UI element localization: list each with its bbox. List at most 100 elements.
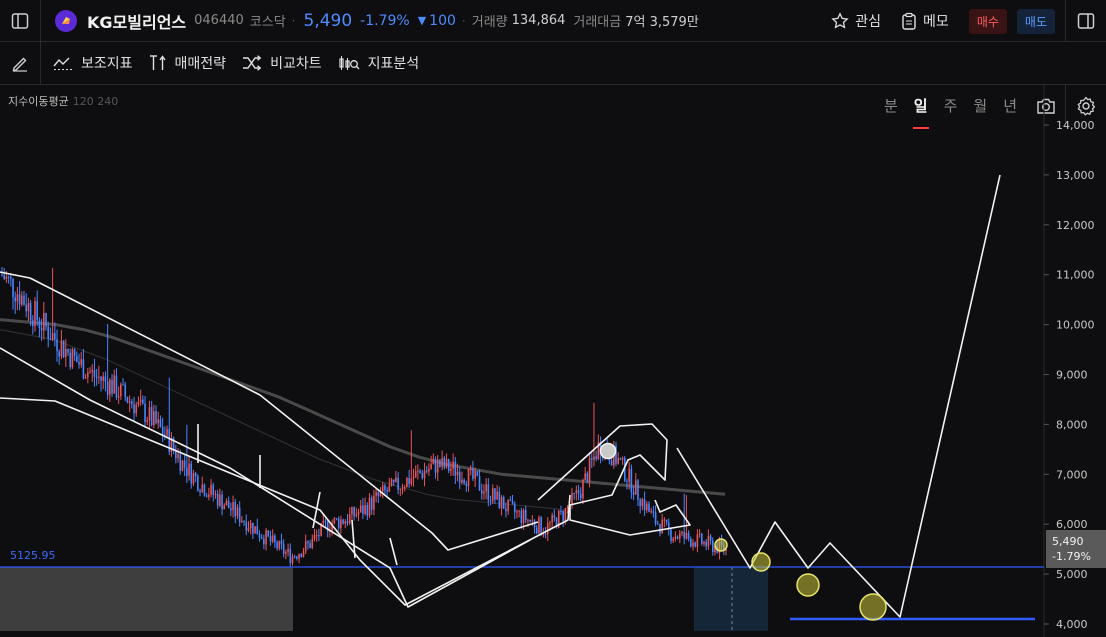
top-bar: KG모빌리언스 046440 코스닥 · 5,490 -1.79% ▼ 100 …	[0, 0, 1106, 42]
chart-area[interactable]: 5125.95 14,000 13,000 12,000 11,000 10,0…	[0, 85, 1106, 637]
candle-body	[683, 531, 685, 539]
candle-body	[527, 519, 529, 521]
candle-body	[291, 556, 294, 564]
candle-body	[639, 499, 641, 507]
sidebar-toggle-icon[interactable]	[0, 0, 40, 42]
candle-body	[289, 548, 292, 564]
candle-body	[678, 533, 681, 539]
candle-body	[692, 542, 694, 547]
watch-button[interactable]: 관심	[831, 11, 881, 31]
market-label: 코스닥	[249, 15, 286, 30]
candle-body	[579, 493, 582, 499]
candle-analysis-icon	[338, 56, 360, 70]
candle-body	[366, 504, 369, 516]
current-price: 5,490	[303, 10, 353, 31]
candle-body	[298, 554, 300, 559]
candle-body	[346, 521, 349, 524]
candle-body	[577, 490, 580, 494]
candle-body	[219, 494, 221, 506]
candle-body	[100, 376, 102, 381]
wedge-shape[interactable]	[537, 423, 691, 536]
candle-body	[417, 470, 419, 472]
candle-body	[249, 522, 252, 529]
current-price-tag-change: -1.79%	[1052, 550, 1091, 563]
candle-body	[232, 501, 234, 511]
candle-body	[197, 476, 199, 491]
candle-body	[390, 479, 393, 486]
candle-body	[703, 541, 705, 544]
candle-body	[617, 458, 619, 464]
tool-strategy[interactable]: 매매전략	[149, 53, 226, 73]
yellow-circle[interactable]	[859, 593, 887, 621]
candle-body	[60, 340, 63, 357]
candle-body	[505, 508, 507, 512]
down-arrow-icon: ▼	[417, 14, 427, 27]
stock-name[interactable]: KG모빌리언스	[87, 9, 186, 33]
candle-body	[412, 477, 415, 479]
channel-tick[interactable]	[389, 537, 398, 566]
candle-body	[588, 458, 591, 483]
candle-body	[430, 464, 432, 469]
memo-button[interactable]: 메모	[901, 11, 949, 31]
yellow-circle[interactable]	[751, 552, 771, 572]
candle-body	[183, 460, 186, 468]
change-value: 100	[429, 12, 456, 29]
indicator-legend[interactable]: 지수이동평균 120 240	[8, 93, 118, 109]
candle-body	[25, 304, 28, 312]
candle-body	[274, 535, 276, 543]
candle-body	[700, 533, 703, 544]
candle-body	[452, 461, 454, 469]
channel-tick[interactable]	[431, 532, 449, 551]
sell-button[interactable]: 매도	[1016, 8, 1055, 34]
candle-body	[216, 493, 219, 506]
candle-body	[252, 522, 254, 534]
candle-body	[353, 507, 355, 517]
buy-button[interactable]: 매수	[968, 8, 1007, 34]
y-tick-label: 10,000	[1056, 319, 1095, 332]
candle-body	[546, 523, 549, 535]
candle-body	[593, 456, 595, 460]
candle-body	[153, 411, 155, 426]
candle-body	[342, 519, 344, 524]
tool-analysis[interactable]: 지표분석	[338, 53, 420, 73]
candle-body	[260, 537, 263, 539]
candle-body	[223, 505, 226, 510]
candle-body	[144, 403, 146, 422]
candle-body	[29, 302, 32, 321]
right-panel-toggle-icon[interactable]	[1066, 0, 1106, 42]
candle-body	[610, 460, 613, 466]
yellow-circle[interactable]	[796, 573, 820, 597]
price-chart[interactable]: 5125.95 14,00013,00012,00011,00010,0009,…	[0, 85, 1106, 637]
candle-body	[287, 548, 289, 552]
candle-body	[1, 274, 3, 276]
y-tick-label: 9,000	[1056, 369, 1088, 382]
candle-body	[388, 485, 391, 492]
candle-body	[304, 541, 307, 552]
candle-body	[43, 313, 45, 331]
marker-circle[interactable]	[599, 442, 617, 460]
tool-indicator[interactable]: 보조지표	[53, 53, 133, 73]
candle-body	[199, 490, 201, 493]
candle-body	[689, 538, 692, 547]
yellow-circle[interactable]	[714, 538, 728, 552]
pencil-icon[interactable]	[0, 42, 40, 85]
candle-body	[461, 479, 463, 483]
candle-body	[474, 471, 476, 479]
candle-body	[269, 536, 272, 542]
tool-compare[interactable]: 비교차트	[242, 53, 322, 73]
candle-body	[549, 522, 551, 524]
candle-body	[146, 420, 149, 422]
candle-body	[518, 510, 520, 512]
candle-body	[590, 458, 593, 460]
tool-label: 지표분석	[367, 56, 420, 72]
candle-body	[7, 276, 10, 278]
drawing-annotations[interactable]	[0, 174, 1001, 618]
candle-body	[135, 404, 138, 414]
candle-body	[634, 480, 637, 495]
candle-body	[254, 526, 256, 534]
candle-body	[230, 508, 232, 511]
candle-body	[375, 492, 377, 496]
candle-body	[186, 467, 188, 476]
candle-body	[500, 497, 503, 509]
candle-body	[109, 379, 111, 395]
